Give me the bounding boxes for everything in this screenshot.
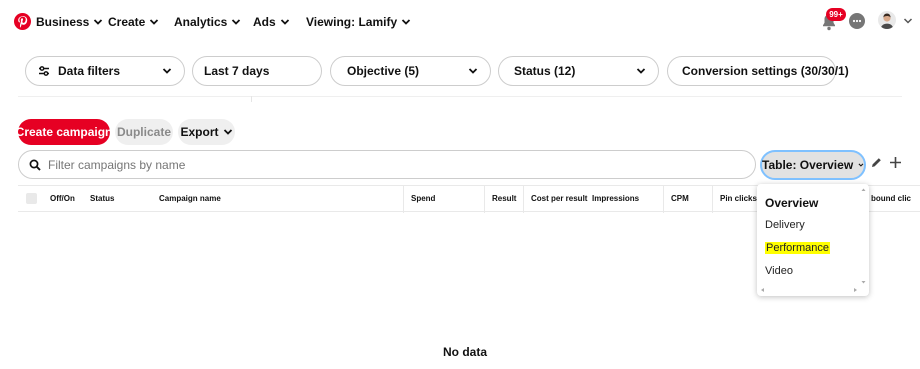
nav-ads[interactable]: Ads bbox=[253, 15, 290, 29]
chevron-down-icon bbox=[402, 19, 411, 25]
notification-badge: 99+ bbox=[826, 8, 846, 21]
column-header-result[interactable]: Result bbox=[492, 194, 516, 203]
create-campaign-label: Create campaign bbox=[15, 125, 113, 139]
nav-create-label: Create bbox=[108, 15, 146, 29]
empty-table-message: No data bbox=[443, 345, 488, 359]
chevron-down-icon bbox=[280, 19, 289, 25]
menu-item-performance-label: Performance bbox=[765, 242, 830, 254]
pencil-icon[interactable] bbox=[871, 157, 882, 168]
column-header-pin-clicks[interactable]: Pin clicks ( bbox=[720, 194, 762, 203]
nav-business-label: Business bbox=[36, 15, 90, 29]
chevron-down-icon bbox=[223, 129, 232, 135]
campaign-search-field[interactable] bbox=[18, 150, 756, 179]
avatar[interactable] bbox=[878, 11, 896, 29]
plus-icon[interactable] bbox=[889, 156, 902, 169]
account-chevron-down-icon[interactable] bbox=[903, 16, 913, 26]
chevron-down-icon bbox=[162, 68, 172, 74]
data-filters-dropdown[interactable]: Data filters bbox=[25, 56, 185, 86]
nav-create[interactable]: Create bbox=[108, 15, 159, 29]
menu-item-overview[interactable]: Overview bbox=[765, 196, 818, 210]
column-header-status[interactable]: Status bbox=[90, 194, 114, 203]
duplicate-label: Duplicate bbox=[116, 125, 171, 139]
column-divider bbox=[484, 186, 485, 213]
objective-label: Objective (5) bbox=[347, 64, 420, 78]
column-header-spend[interactable]: Spend bbox=[411, 194, 435, 203]
table-view-dropdown[interactable]: Table: Overview bbox=[760, 150, 866, 180]
horizontal-scrollbar[interactable] bbox=[759, 286, 859, 294]
top-nav: Business Create Analytics Ads Viewing: L… bbox=[0, 0, 920, 44]
table-view-menu: Overview Delivery Performance Video bbox=[757, 184, 869, 296]
chevron-down-icon bbox=[468, 68, 478, 74]
nav-viewing-account[interactable]: Viewing: Lamify bbox=[306, 15, 411, 29]
nav-business[interactable]: Business bbox=[36, 15, 103, 29]
date-range-label: Last 7 days bbox=[204, 64, 270, 78]
column-header-outbound-clicks[interactable]: bound clic bbox=[871, 194, 911, 203]
nav-analytics-label: Analytics bbox=[174, 15, 228, 29]
date-range-button[interactable]: Last 7 days bbox=[192, 56, 322, 86]
duplicate-button[interactable]: Duplicate bbox=[115, 119, 173, 145]
column-divider bbox=[712, 186, 713, 213]
export-button[interactable]: Export bbox=[178, 119, 235, 145]
menu-item-delivery[interactable]: Delivery bbox=[765, 219, 805, 231]
tab-band-segment bbox=[18, 96, 252, 102]
column-header-cost-per-result[interactable]: Cost per result bbox=[531, 194, 587, 203]
column-divider bbox=[663, 186, 664, 213]
menu-item-video[interactable]: Video bbox=[765, 265, 793, 277]
search-input[interactable] bbox=[48, 157, 648, 172]
conversion-settings-button[interactable]: Conversion settings (30/30/1) bbox=[667, 56, 849, 86]
chevron-down-icon bbox=[150, 19, 159, 25]
chevron-down-icon bbox=[858, 163, 864, 167]
nav-analytics[interactable]: Analytics bbox=[174, 15, 241, 29]
status-dropdown[interactable]: Status (12) bbox=[498, 56, 659, 86]
table-view-label: Table: Overview bbox=[762, 158, 854, 172]
column-header-off-on[interactable]: Off/On bbox=[50, 194, 75, 203]
create-campaign-button[interactable]: Create campaign bbox=[15, 119, 113, 145]
column-header-cpm[interactable]: CPM bbox=[671, 194, 689, 203]
menu-item-performance[interactable]: Performance bbox=[765, 242, 830, 254]
export-label: Export bbox=[180, 125, 219, 139]
status-filter-label: Status (12) bbox=[514, 64, 576, 78]
objective-dropdown[interactable]: Objective (5) bbox=[330, 56, 491, 86]
vertical-scrollbar[interactable] bbox=[860, 186, 867, 286]
conversion-settings-label: Conversion settings (30/30/1) bbox=[682, 64, 849, 78]
column-header-impressions[interactable]: Impressions bbox=[592, 194, 639, 203]
search-icon bbox=[29, 159, 41, 171]
column-divider bbox=[523, 186, 524, 213]
column-header-campaign-name[interactable]: Campaign name bbox=[159, 194, 221, 203]
select-all-checkbox[interactable] bbox=[26, 193, 37, 204]
chevron-down-icon bbox=[232, 19, 241, 25]
nav-ads-label: Ads bbox=[253, 15, 276, 29]
nav-viewing-label: Viewing: Lamify bbox=[306, 15, 398, 29]
column-divider bbox=[403, 186, 404, 213]
chevron-down-icon bbox=[94, 19, 103, 25]
data-filters-label: Data filters bbox=[58, 64, 121, 78]
filter-sliders-icon bbox=[39, 66, 49, 76]
messages-icon[interactable] bbox=[849, 13, 865, 29]
chevron-down-icon bbox=[636, 68, 646, 74]
pinterest-logo-icon[interactable] bbox=[14, 13, 31, 30]
